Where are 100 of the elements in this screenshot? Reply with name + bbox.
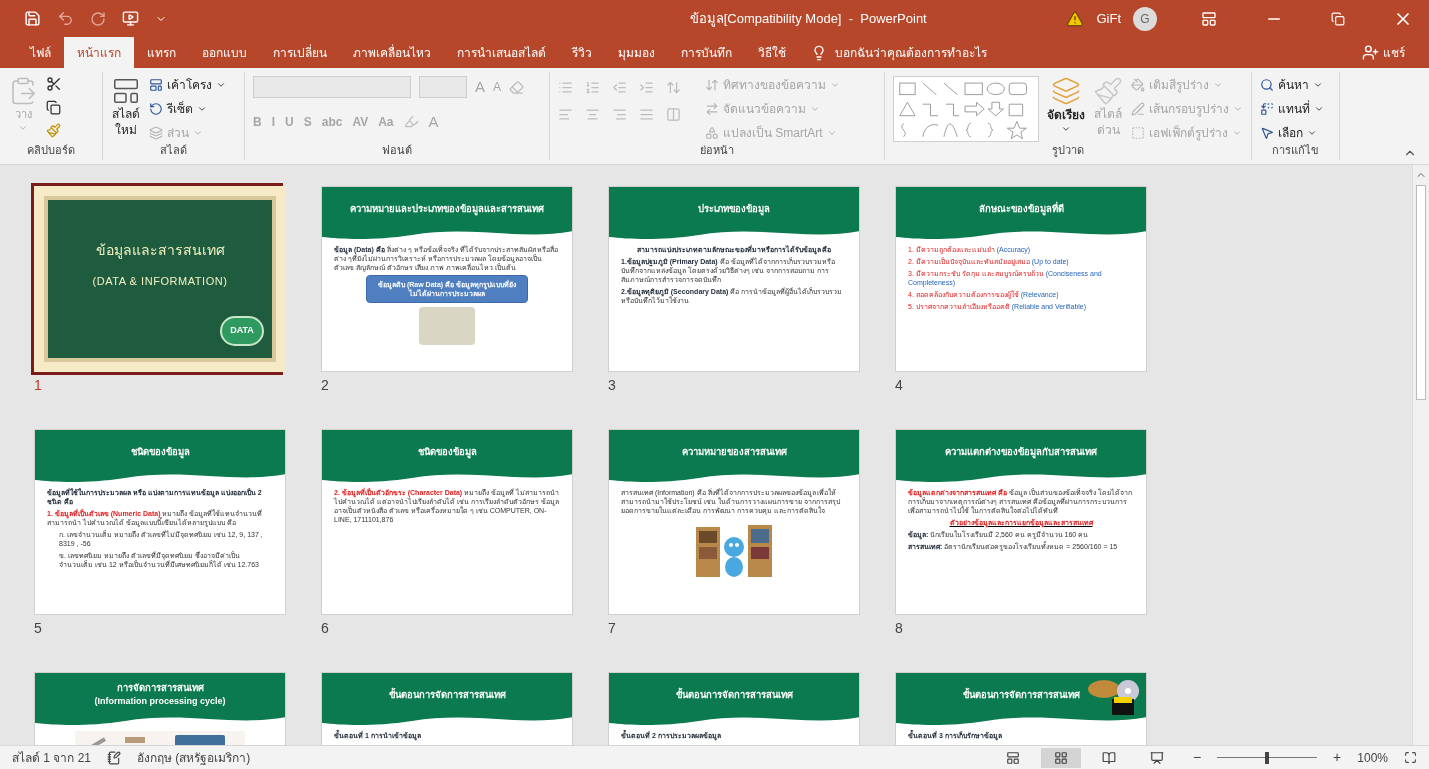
slide-number: 6 <box>320 619 330 638</box>
group-label: การแก้ไข <box>1272 143 1319 158</box>
ribbon-tab[interactable]: การเปลี่ยน <box>260 37 340 68</box>
slide-thumbnail[interactable] <box>321 429 573 615</box>
command-icon <box>705 78 719 92</box>
command-icon <box>149 102 163 116</box>
zoom-out-button[interactable]: − <box>1192 747 1202 768</box>
caret-icon <box>830 80 840 90</box>
ribbon-tab[interactable]: ภาพเคลื่อนไหว <box>340 37 444 68</box>
group-label: ย่อหน้า <box>700 143 734 158</box>
arrange-button[interactable]: จัดเรียง <box>1047 76 1085 142</box>
ribbon-command[interactable]: แทนที่ <box>1260 100 1324 118</box>
ribbon-tab[interactable]: ออกแบบ <box>189 37 260 68</box>
caret-icon <box>193 128 203 138</box>
zoom-in-button[interactable]: + <box>1333 747 1342 768</box>
font-name-field[interactable] <box>253 76 411 99</box>
cut-icon[interactable] <box>46 76 62 92</box>
slide-title: การจัดการสารสนเทศ <box>116 681 204 696</box>
slide-thumbnail[interactable]: การจัดการสารสนเทศ (Information processing cycle) <box>34 672 286 745</box>
slide-number: 2 <box>320 376 330 395</box>
slide-number: 1 <box>33 376 43 395</box>
ribbon-tab[interactable]: วิธีใช้ <box>745 37 799 68</box>
caret-icon <box>1061 124 1071 134</box>
slide-title: ความแตกต่างของข้อมูลกับสารสนเทศ <box>945 444 1097 460</box>
redo-icon[interactable] <box>90 10 106 27</box>
photo-placeholder <box>419 307 475 345</box>
slide-title: ขั้นตอนการจัดการสารสนเทศ <box>388 687 506 702</box>
slide-thumbnail[interactable] <box>895 429 1147 615</box>
ribbon-command[interactable]: ค้นหา <box>1260 76 1324 94</box>
view-icon <box>1149 750 1164 765</box>
format-painter-icon[interactable] <box>46 123 61 138</box>
slide-number: 8 <box>894 619 904 638</box>
command-icon <box>1260 78 1274 92</box>
slide-title: ขั้นตอนการจัดการสารสนเทศ <box>962 687 1080 702</box>
restore-icon[interactable] <box>1331 11 1345 26</box>
slideshow-icon[interactable] <box>122 10 139 27</box>
fit-to-window-icon[interactable] <box>1404 751 1417 764</box>
command-icon <box>1131 102 1145 116</box>
undo-icon[interactable] <box>57 10 74 27</box>
slide-layout-icon <box>111 76 141 106</box>
slide-thumbnail[interactable] <box>895 186 1147 372</box>
ribbon-tab[interactable]: หน้าแรก <box>64 37 134 68</box>
view-icon <box>1005 750 1020 765</box>
command-icon <box>1260 126 1274 140</box>
slide-title: ขั้นตอนการจัดการสารสนเทศ <box>675 687 793 702</box>
ribbon-tab[interactable]: แทรก <box>134 37 189 68</box>
slide-counter: สไลด์ 1 จาก 21 <box>12 749 92 767</box>
ribbon-tab[interactable]: มุมมอง <box>605 37 668 68</box>
command-icon <box>705 102 719 116</box>
scroll-thumb[interactable] <box>1416 185 1426 400</box>
language-status[interactable]: อังกฤษ (สหรัฐอเมริกา) <box>137 748 251 767</box>
ribbon-tab[interactable]: การนำเสนอสไลด์ <box>444 37 559 68</box>
user-avatar[interactable]: G <box>1133 6 1157 31</box>
caret-icon <box>1233 104 1243 114</box>
slide-title: ความหมายของสารสนเทศ <box>681 444 787 459</box>
slide-number: 4 <box>894 376 904 395</box>
font-size-field[interactable] <box>419 76 467 99</box>
slide-number: 5 <box>33 619 43 638</box>
slide-thumbnail[interactable] <box>608 186 860 372</box>
tell-me-field[interactable]: บอกฉันว่าคุณต้องการทำอะไร <box>835 43 1035 62</box>
command-icon <box>1131 78 1145 92</box>
paintbrush-icon <box>1093 76 1123 106</box>
command-icon <box>705 126 719 140</box>
notes-icon[interactable] <box>107 750 122 765</box>
layers-icon <box>1051 76 1081 106</box>
ribbon-options-icon[interactable] <box>1201 10 1217 27</box>
zoom-slider[interactable] <box>1217 750 1318 765</box>
caret-icon <box>197 104 207 114</box>
ribbon-tab[interactable]: ไฟล์ <box>17 37 64 68</box>
slide-thumbnail[interactable] <box>608 429 860 615</box>
group-label: คลิปบอร์ด <box>27 143 75 158</box>
copy-icon[interactable] <box>46 100 61 115</box>
new-slide-button[interactable]: สไลด์ ใหม่ <box>111 76 141 142</box>
group-label: สไลด์ <box>160 143 187 158</box>
person-plus-icon <box>1362 44 1379 61</box>
group-label: รูปวาด <box>1052 143 1084 159</box>
scrollbar[interactable] <box>1412 165 1429 745</box>
zoom-thumb[interactable] <box>1265 751 1270 764</box>
save-icon[interactable] <box>24 10 41 27</box>
view-button[interactable] <box>1040 747 1081 768</box>
ribbon-command[interactable]: เลือก <box>1260 124 1324 142</box>
caret-icon <box>216 80 226 90</box>
ribbon-command[interactable]: รีเซ็ต <box>149 100 226 118</box>
caret-icon <box>1313 80 1323 90</box>
view-icon <box>1101 750 1116 765</box>
ribbon-tab[interactable]: รีวิว <box>559 37 605 68</box>
slide-number: 3 <box>607 376 617 395</box>
slide-number: 7 <box>607 619 617 638</box>
warning-icon[interactable] <box>1066 9 1085 28</box>
ribbon-tab[interactable]: การบันทึก <box>668 37 745 68</box>
command-icon <box>149 126 163 140</box>
caret-icon <box>1314 104 1324 114</box>
command-icon <box>149 78 163 92</box>
slide-thumbnail[interactable] <box>321 186 573 372</box>
share-button[interactable]: แชร์ <box>1362 37 1429 68</box>
caret-icon <box>1213 80 1223 90</box>
slide-thumbnail[interactable]: ข้อมูลและสารสนเทศ (DATA & INFORMATION) DATA <box>34 186 286 372</box>
slide-subtitle: (DATA & INFORMATION) <box>92 274 228 289</box>
slide-thumbnail[interactable] <box>34 429 286 615</box>
ribbon-command[interactable]: เค้าโครง <box>149 76 226 94</box>
